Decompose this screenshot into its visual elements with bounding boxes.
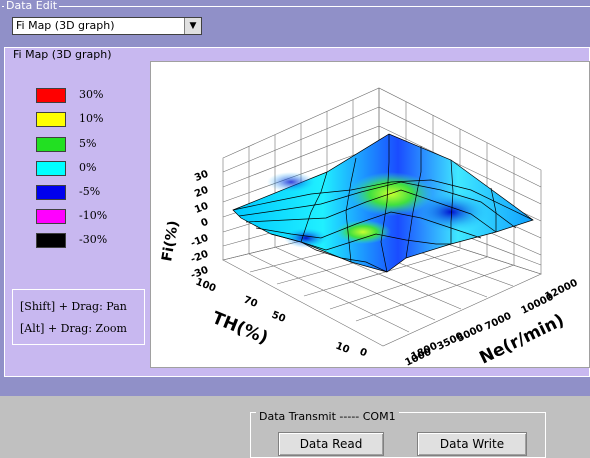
chevron-down-icon[interactable]: ▼ bbox=[184, 18, 201, 34]
group-border bbox=[2, 6, 590, 7]
ne-tick-label: 10000 bbox=[519, 292, 555, 317]
zoom-hint: [Alt] + Drag: Zoom bbox=[20, 322, 127, 335]
legend-swatch bbox=[36, 88, 66, 103]
legend-label: -5% bbox=[79, 185, 101, 198]
th-tick-label: 100 bbox=[194, 277, 218, 295]
legend-swatch bbox=[36, 161, 66, 176]
legend-item: -30% bbox=[35, 231, 155, 249]
map-type-select[interactable]: Fi Map (3D graph) ▼ bbox=[12, 17, 202, 35]
ne-tick-label: 7000 bbox=[483, 311, 513, 333]
map-type-value: Fi Map (3D graph) bbox=[16, 19, 115, 32]
fi-map-3d-graph[interactable]: 30 20 10 0 -10 -20 -30 Fi(%) 100 70 50 1… bbox=[150, 61, 590, 368]
legend-swatch bbox=[36, 185, 66, 200]
legend-item: -10% bbox=[35, 207, 155, 225]
pan-hint: [Shift] + Drag: Pan bbox=[20, 300, 127, 313]
legend-item: 30% bbox=[35, 86, 155, 104]
th-tick-label: 10 bbox=[334, 341, 351, 356]
z-axis-label: Fi(%) bbox=[159, 219, 182, 262]
legend-label: -10% bbox=[79, 209, 108, 222]
legend-label: 5% bbox=[79, 137, 97, 150]
data-write-button[interactable]: Data Write bbox=[417, 432, 527, 456]
legend-item: -5% bbox=[35, 183, 155, 201]
legend-label: -30% bbox=[79, 233, 108, 246]
data-edit-label: Data Edit bbox=[4, 0, 60, 12]
legend-swatch bbox=[36, 137, 66, 152]
graph-canvas[interactable]: 30 20 10 0 -10 -20 -30 Fi(%) 100 70 50 1… bbox=[151, 62, 590, 368]
z-tick-label: -20 bbox=[189, 249, 210, 266]
fi-map-panel-label: Fi Map (3D graph) bbox=[10, 48, 115, 61]
z-tick-label: 10 bbox=[193, 201, 210, 216]
legend-label: 10% bbox=[79, 112, 104, 125]
z-tick-label: 30 bbox=[193, 169, 210, 184]
fi-surface bbox=[232, 133, 534, 273]
z-axis-ticks: 30 20 10 0 -10 -20 -30 bbox=[189, 169, 210, 282]
z-tick-label: -10 bbox=[189, 233, 210, 250]
legend-label: 30% bbox=[79, 88, 104, 101]
legend-label: 0% bbox=[79, 161, 97, 174]
legend-item: 0% bbox=[35, 159, 155, 177]
legend-swatch bbox=[36, 112, 66, 127]
data-transmit-label: Data Transmit ----- COM1 bbox=[256, 410, 399, 423]
legend-swatch bbox=[36, 233, 66, 248]
legend-item: 5% bbox=[35, 135, 155, 153]
legend-swatch bbox=[36, 209, 66, 224]
data-edit-bottom-band bbox=[0, 384, 590, 396]
z-tick-label: 0 bbox=[200, 217, 211, 230]
th-axis-label: TH(%) bbox=[209, 308, 271, 348]
th-tick-label: 50 bbox=[270, 310, 287, 325]
z-tick-label: 20 bbox=[193, 185, 210, 200]
legend-item: 10% bbox=[35, 110, 155, 128]
th-tick-label: 0 bbox=[358, 347, 369, 360]
mouse-help-box: [Shift] + Drag: Pan [Alt] + Drag: Zoom bbox=[12, 289, 145, 345]
ne-tick-label: 3500 bbox=[435, 331, 465, 353]
th-tick-label: 70 bbox=[242, 295, 259, 310]
data-read-button[interactable]: Data Read bbox=[278, 432, 384, 456]
